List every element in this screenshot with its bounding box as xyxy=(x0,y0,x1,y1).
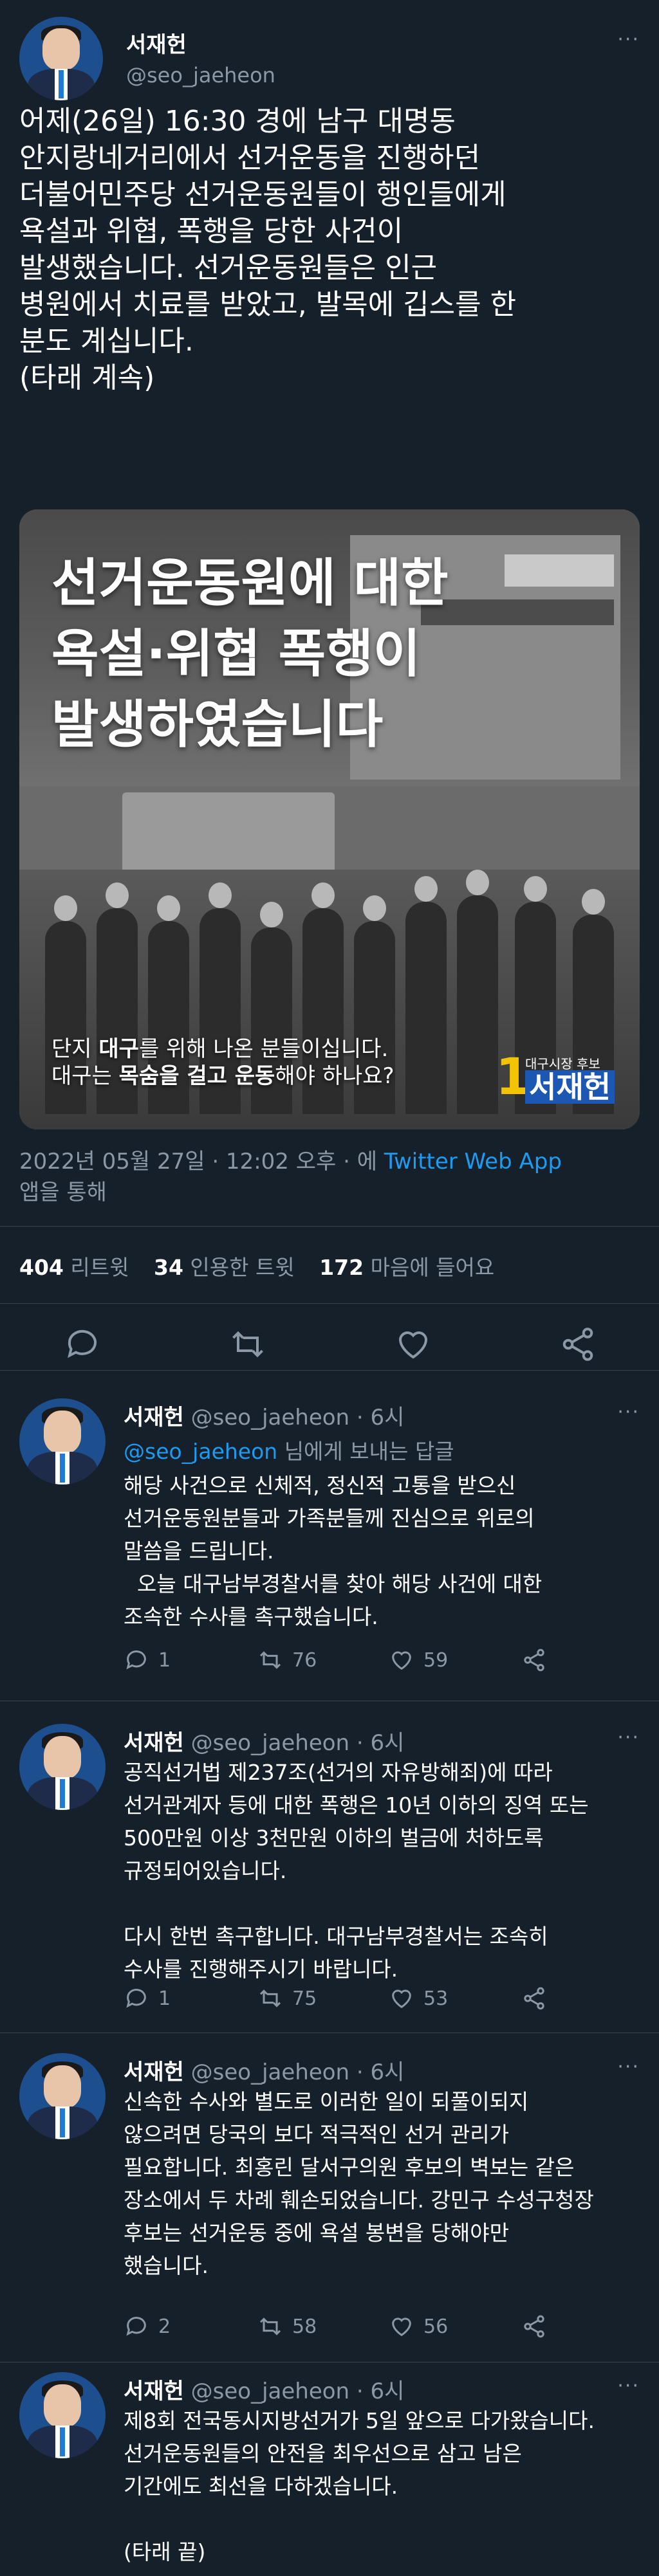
reply-icon xyxy=(126,1989,146,2008)
share-icon xyxy=(524,2315,544,2338)
reply-actions: 2 58 56 xyxy=(124,2310,574,2343)
share-icon xyxy=(524,1649,544,1672)
like-button[interactable]: 53 xyxy=(389,1982,448,2014)
share-button[interactable] xyxy=(521,1644,556,1676)
heart-icon xyxy=(392,2317,411,2337)
more-options-icon[interactable]: ··· xyxy=(617,28,640,51)
retweet-icon xyxy=(259,1989,281,2007)
retweet-icon xyxy=(259,2317,281,2335)
more-options-icon[interactable]: ··· xyxy=(617,1726,640,1749)
retweet-button[interactable]: 58 xyxy=(257,2310,317,2343)
candidate-name: 서재헌 xyxy=(525,1070,615,1104)
tweet-stats: 404 리트윗 34 인용한 트윗 172 마음에 들어요 xyxy=(19,1250,640,1281)
reply-actions: 1 76 59 xyxy=(124,1644,574,1676)
retweet-icon[interactable] xyxy=(228,1325,267,1364)
reply-text: 해당 사건으로 신체적, 정신적 고통을 받으신 선거운동원분들과 가족분들께 … xyxy=(124,1473,543,1629)
quote-count[interactable]: 34 인용한 트윗 xyxy=(154,1255,295,1280)
reply-header: 서재헌 @seo_jaeheon · 6시 xyxy=(124,1400,638,1431)
share-button[interactable] xyxy=(521,2310,556,2343)
reply-text: 공직선거법 제237조(선거의 자유방해죄)에 따라 선거관계자 등에 대한 폭… xyxy=(124,1760,589,1982)
caption-line-2: 대구는 목숨을 걸고 운동해야 하나요? xyxy=(51,1063,394,1089)
tweet-text: 어제(26일) 16:30 경에 남구 대명동 안지랑네거리에서 선거운동을 진… xyxy=(19,105,517,394)
image-headline: 선거운동원에 대한 욕설·위협 폭행이 발생하였습니다 xyxy=(51,553,449,754)
caption-line-1: 단지 대구를 위해 나온 분들이십니다. xyxy=(51,1036,389,1062)
avatar[interactable] xyxy=(19,2053,106,2139)
reply-text: 신속한 수사와 별도로 이러한 일이 되풀이되지 않으려면 당국의 보다 적극적… xyxy=(124,2089,594,2278)
author-handle[interactable]: @seo_jaeheon xyxy=(126,63,275,87)
author-name[interactable]: 서재헌 xyxy=(126,27,187,59)
reply-to-label: @seo_jaeheon 님에게 보내는 답글 xyxy=(124,1439,454,1464)
like-count[interactable]: 172 마음에 들어요 xyxy=(319,1255,494,1280)
author-handle[interactable]: @seo_jaeheon · 6시 xyxy=(191,1730,405,1756)
divider xyxy=(0,1370,659,1371)
share-button[interactable] xyxy=(521,1982,556,2014)
avatar[interactable] xyxy=(19,1398,106,1484)
retweet-button[interactable]: 75 xyxy=(257,1982,317,2014)
source-suffix: 앱을 통해 xyxy=(19,1180,107,1205)
tweet-actions xyxy=(0,1319,659,1370)
more-options-icon[interactable]: ··· xyxy=(617,1401,640,1423)
share-icon[interactable] xyxy=(559,1325,597,1364)
divider xyxy=(0,1226,659,1227)
reply-tweet[interactable]: 서재헌 @seo_jaeheon · 6시 ··· 제8회 전국동시지방선거가 … xyxy=(0,2372,659,2576)
avatar[interactable] xyxy=(19,1724,106,1810)
reply-tweet[interactable]: 서재헌 @seo_jaeheon · 6시 ··· 공직선거법 제237조(선거… xyxy=(0,1724,659,2032)
more-options-icon[interactable]: ··· xyxy=(617,2056,640,2078)
author-handle[interactable]: @seo_jaeheon · 6시 xyxy=(191,1405,405,1430)
heart-icon xyxy=(392,1989,411,2009)
candidate-logo: 1 대구시장 후보 서재헌 xyxy=(496,1048,624,1106)
tweet-date[interactable]: 2022년 05월 27일 · 12:02 오후 · 에 xyxy=(19,1149,384,1174)
author-name[interactable]: 서재헌 xyxy=(124,1405,184,1430)
author-name[interactable]: 서재헌 xyxy=(124,1730,184,1756)
share-icon xyxy=(524,1987,544,2010)
reply-tweet[interactable]: 서재헌 @seo_jaeheon · 6시 ··· 신속한 수사와 별도로 이러… xyxy=(0,2053,659,2362)
divider xyxy=(0,1303,659,1304)
author-handle[interactable]: @seo_jaeheon · 6시 xyxy=(191,2379,405,2404)
reply-actions: 1 75 53 xyxy=(124,1982,574,2014)
author-name[interactable]: 서재헌 xyxy=(124,2379,184,2404)
more-options-icon[interactable]: ··· xyxy=(617,2375,640,2397)
reply-icon xyxy=(126,2317,146,2336)
reply-to-handle[interactable]: @seo_jaeheon xyxy=(124,1439,277,1464)
tweet-metadata: 2022년 05월 27일 · 12:02 오후 · 에 Twitter Web… xyxy=(19,1146,640,1208)
reply-header: 서재헌 @seo_jaeheon · 6시 xyxy=(124,1725,638,1757)
reply-button[interactable]: 1 xyxy=(124,1644,171,1676)
avatar[interactable] xyxy=(19,17,103,100)
reply-button[interactable]: 1 xyxy=(124,1982,171,2014)
image-caption: 단지 대구를 위해 나온 분들이십니다. 대구는 목숨을 걸고 운동해야 하나요… xyxy=(51,1036,502,1090)
heart-icon[interactable] xyxy=(394,1325,432,1364)
retweet-icon xyxy=(259,1651,281,1669)
divider xyxy=(0,2032,659,2033)
main-tweet-header: 서재헌 @seo_jaeheon ··· xyxy=(19,17,640,100)
reply-button[interactable]: 2 xyxy=(124,2310,171,2343)
like-button[interactable]: 59 xyxy=(389,1644,448,1676)
author-name[interactable]: 서재헌 xyxy=(124,2060,184,2085)
reply-tweet[interactable]: 서재헌 @seo_jaeheon · 6시 ··· @seo_jaeheon 님… xyxy=(0,1398,659,1701)
tweet-image[interactable]: 선거운동원에 대한 욕설·위협 폭행이 발생하였습니다 단지 대구를 위해 나온… xyxy=(19,509,640,1129)
reply-icon xyxy=(126,1650,146,1670)
reply-header: 서재헌 @seo_jaeheon · 6시 xyxy=(124,2373,638,2405)
like-button[interactable]: 56 xyxy=(389,2310,448,2343)
reply-text: 제8회 전국동시지방선거가 5일 앞으로 다가왔습니다. 선거운동원들의 안전을… xyxy=(124,2408,595,2564)
reply-header: 서재헌 @seo_jaeheon · 6시 xyxy=(124,2054,638,2086)
retweet-count[interactable]: 404 리트윗 xyxy=(19,1255,129,1280)
retweet-button[interactable]: 76 xyxy=(257,1644,317,1676)
reply-icon[interactable] xyxy=(63,1325,102,1364)
heart-icon xyxy=(392,1651,411,1670)
author-handle[interactable]: @seo_jaeheon · 6시 xyxy=(191,2060,405,2085)
source-app-link[interactable]: Twitter Web App xyxy=(384,1149,562,1174)
avatar[interactable] xyxy=(19,2372,106,2458)
